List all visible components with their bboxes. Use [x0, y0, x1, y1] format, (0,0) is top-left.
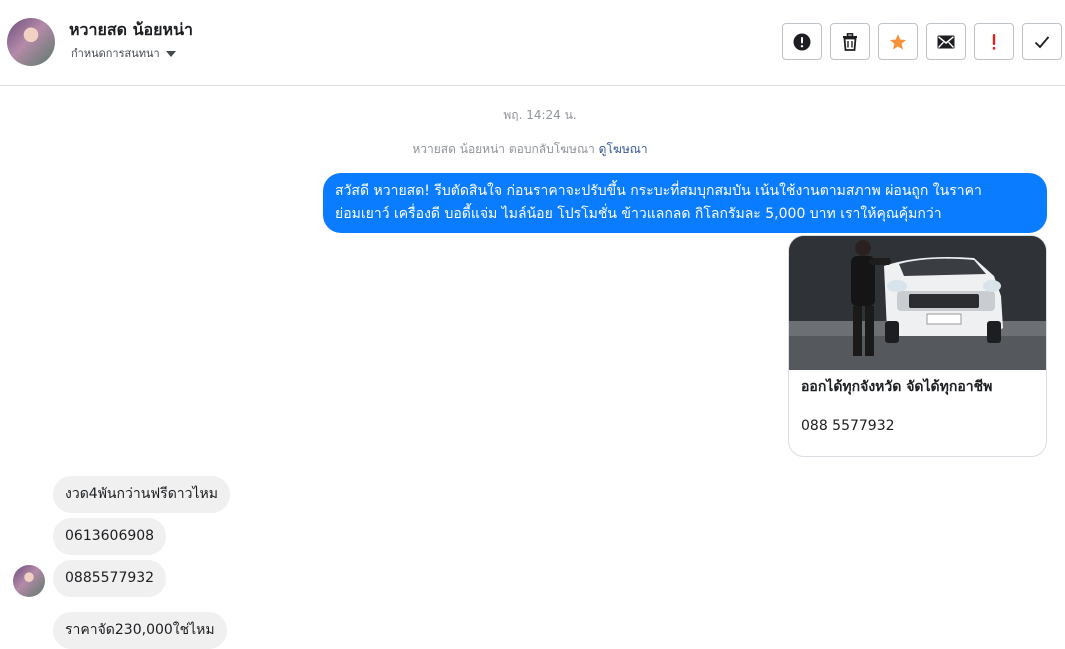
ad-title: ออกได้ทุกจังหวัด จัดได้ทุกอาชีพ [801, 379, 993, 395]
contact-name[interactable]: หวายสด น้อยหน่า [69, 18, 193, 43]
set-nickname-dropdown[interactable]: กำหนดการสนทนา [71, 44, 176, 62]
conversation-header: หวายสด น้อยหน่า กำหนดการสนทนา [0, 0, 1065, 86]
contact-avatar-small[interactable] [13, 565, 45, 597]
outgoing-message-line: ย่อมเยาว์ เครื่องดี บอดี้แจ่ม ไมล์น้อย โ… [335, 206, 942, 222]
message-timestamp: พฤ. 14:24 น. [503, 108, 577, 122]
outgoing-message-bubble[interactable]: สวัสดี หวายสด! รีบตัดสินใจ ก่อนราคาจะปรั… [323, 173, 1047, 233]
ad-phone: 088 5577932 [801, 418, 895, 434]
ad-image [789, 236, 1046, 370]
outgoing-message-line: สวัสดี หวายสด! รีบตัดสินใจ ก่อนราคาจะปรั… [335, 183, 982, 199]
report-button[interactable] [782, 23, 822, 60]
star-icon [889, 33, 907, 49]
envelope-icon [937, 35, 955, 48]
ad-reply-notice: หวายสด น้อยหน่า ตอบกลับโฆษณา ดูโฆษณา [0, 140, 1060, 159]
done-button[interactable] [1022, 23, 1062, 60]
conversation-toolbar [782, 23, 1062, 60]
ad-card[interactable]: ออกได้ทุกจังหวัด จัดได้ทุกอาชีพ 088 5577… [788, 235, 1047, 457]
mark-unread-button[interactable] [926, 23, 966, 60]
ad-reply-text: หวายสด น้อยหน่า ตอบกลับโฆษณา [412, 142, 595, 156]
important-button[interactable] [974, 23, 1014, 60]
incoming-message-bubble[interactable]: 0613606908 [53, 518, 167, 555]
trash-icon [843, 32, 857, 51]
star-button[interactable] [878, 23, 918, 60]
exclamation-icon [992, 33, 996, 50]
incoming-message-bubble[interactable]: 0885577932 [53, 560, 167, 597]
incoming-message-bubble[interactable]: ราคาจัด230,000ใช่ไหม [53, 612, 227, 649]
set-nickname-label: กำหนดการสนทนา [71, 47, 160, 60]
contact-avatar[interactable] [7, 18, 55, 66]
incoming-message-bubble[interactable]: งวด4พันกว่านฟรีดาวไหม [53, 476, 231, 513]
checkmark-icon [1034, 35, 1050, 48]
delete-button[interactable] [830, 23, 870, 60]
caret-down-icon [165, 50, 176, 57]
view-ad-link[interactable]: ดูโฆษณา [599, 142, 648, 156]
pickup-truck-photo [789, 236, 1046, 370]
alert-circle-icon [793, 33, 811, 50]
